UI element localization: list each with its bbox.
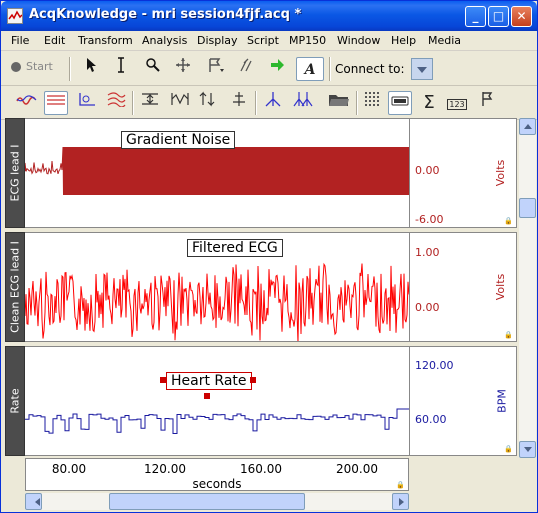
unit-label: BPM — [495, 389, 509, 413]
lock-icon[interactable]: 🔒 — [504, 331, 513, 339]
scale-icon-3[interactable] — [227, 91, 251, 115]
overlay-icon[interactable] — [44, 91, 68, 115]
x-tick-label: 160.00 — [240, 462, 282, 476]
connect-to-dropdown[interactable] — [411, 58, 433, 80]
menu-mp150[interactable]: MP150 — [289, 34, 326, 47]
arrow-cursor-icon[interactable] — [79, 57, 103, 81]
start-button[interactable]: Start — [11, 60, 53, 73]
waveform-plot[interactable]: Filtered ECG — [25, 232, 409, 342]
scale-bottom-value: -6.00 — [415, 213, 444, 226]
acqknowledge-icon — [7, 8, 23, 24]
selection-handle[interactable] — [160, 377, 166, 383]
toolbar-separator — [356, 91, 358, 115]
menu-display[interactable]: Display — [197, 34, 238, 47]
channel-scale: 120.00 60.00 BPM 🔒 — [409, 346, 517, 456]
waveform-plot[interactable]: Heart Rate — [25, 346, 409, 456]
channel-scale: 0.00 -6.00 Volts 🔒 — [409, 118, 517, 228]
waveform-plot[interactable]: Gradient Noise — [25, 118, 409, 228]
menu-media[interactable]: Media — [428, 34, 461, 47]
i-beam-icon[interactable] — [109, 57, 133, 81]
display-toolbar: Σ 123 — [1, 86, 537, 120]
menu-script[interactable]: Script — [247, 34, 279, 47]
scroll-up-button[interactable] — [519, 118, 536, 135]
lock-icon[interactable]: 🔒 — [504, 445, 513, 453]
toolbar-separator — [132, 91, 134, 115]
zoom-icon[interactable] — [141, 57, 165, 81]
annotation-label-selected[interactable]: Heart Rate — [166, 372, 252, 390]
menu-help[interactable]: Help — [391, 34, 416, 47]
channel-label[interactable]: ECG lead I — [5, 118, 25, 228]
overlap-icon[interactable] — [15, 91, 39, 115]
grid-icon[interactable] — [361, 91, 385, 115]
scroll-left-button[interactable] — [25, 493, 42, 510]
menu-analysis[interactable]: Analysis — [142, 34, 187, 47]
toolbar-separator — [255, 91, 257, 115]
multi-flag-icon[interactable] — [234, 57, 258, 81]
sigma-icon[interactable]: Σ — [417, 91, 441, 115]
window-title: AcqKnowledge - mri session4fjf.acq * — [29, 7, 302, 22]
move-icon[interactable] — [171, 57, 195, 81]
unit-label: Volts — [494, 159, 508, 187]
app-window: AcqKnowledge - mri session4fjf.acq * _ □… — [0, 0, 538, 513]
scale-top-value: 0.00 — [415, 164, 440, 177]
channel-icon[interactable] — [388, 91, 412, 115]
menu-edit[interactable]: Edit — [44, 34, 65, 47]
channel-clean-ecg: Clean ECG lead I Filtered ECG 1.00 0.00 … — [5, 232, 517, 342]
close-button[interactable]: ✕ — [511, 6, 532, 27]
green-arrow-icon[interactable] — [265, 57, 289, 81]
autoscale-waveform-icon[interactable] — [168, 91, 192, 115]
selection-handle[interactable] — [204, 393, 210, 399]
channel-label[interactable]: Clean ECG lead I — [5, 232, 25, 342]
selection-handle[interactable] — [250, 377, 256, 383]
title-bar[interactable]: AcqKnowledge - mri session4fjf.acq * _ □… — [1, 1, 537, 31]
channel-rate: Rate Heart Rate 120.00 60.00 BPM 🔒 — [5, 346, 517, 456]
marker-icon[interactable] — [261, 91, 285, 115]
unit-label: Volts — [494, 273, 508, 301]
scale-bottom-value: 60.00 — [415, 413, 447, 426]
event-flag-icon[interactable] — [475, 91, 499, 115]
toolbar-separator — [69, 57, 71, 81]
time-axis: 80.00 120.00 160.00 200.00 seconds 🔒 — [25, 458, 409, 491]
scroll-thumb[interactable] — [519, 198, 536, 218]
annotation-label[interactable]: Filtered ECG — [187, 239, 283, 257]
lock-icon[interactable]: 🔒 — [504, 217, 513, 225]
scale-icon[interactable] — [75, 91, 99, 115]
lock-icon[interactable]: 🔒 — [396, 481, 405, 489]
menu-transform[interactable]: Transform — [78, 34, 133, 47]
menu-window[interactable]: Window — [337, 34, 380, 47]
channel-label[interactable]: Rate — [5, 346, 25, 456]
stack-icon[interactable] — [104, 91, 128, 115]
horizontal-scrollbar[interactable] — [25, 493, 409, 510]
rate-waveform — [25, 408, 409, 434]
scroll-thumb[interactable] — [109, 493, 305, 510]
scale-top-value: 1.00 — [415, 246, 440, 259]
scale-bottom-value: 0.00 — [415, 301, 440, 314]
text-tool-icon[interactable]: A — [296, 57, 324, 81]
minimize-button[interactable]: _ — [465, 6, 486, 27]
x-axis-label: seconds — [192, 477, 242, 491]
channel-scale: 1.00 0.00 Volts 🔒 — [409, 232, 517, 342]
scale-top-value: 120.00 — [415, 359, 454, 372]
autoscale-horizontal-icon[interactable] — [138, 91, 162, 115]
scroll-right-button[interactable] — [392, 493, 409, 510]
flag-icon[interactable] — [204, 57, 228, 81]
channel-ecg-lead-i: ECG lead I Gradient Noise 0.00 -6.00 Vol… — [5, 118, 517, 228]
menu-file[interactable]: File — [11, 34, 29, 47]
open-icon[interactable] — [327, 91, 351, 115]
markers-icon[interactable] — [291, 91, 315, 115]
scale-icon-2[interactable] — [197, 91, 221, 115]
vertical-scrollbar[interactable] — [519, 118, 536, 458]
x-tick-label: 80.00 — [51, 462, 87, 476]
connect-to-label: Connect to: — [335, 62, 405, 76]
x-tick-label: 200.00 — [336, 462, 378, 476]
measurement-icon[interactable]: 123 — [445, 91, 469, 115]
maximize-button[interactable]: □ — [488, 6, 509, 27]
acquisition-toolbar: Start A Connect to: — [1, 52, 537, 86]
record-icon — [11, 62, 21, 72]
annotation-label[interactable]: Gradient Noise — [121, 131, 236, 149]
toolbar-separator — [329, 57, 331, 81]
menu-bar: File Edit Transform Analysis Display Scr… — [1, 32, 537, 51]
scroll-down-button[interactable] — [519, 441, 536, 458]
x-tick-label: 120.00 — [144, 462, 186, 476]
